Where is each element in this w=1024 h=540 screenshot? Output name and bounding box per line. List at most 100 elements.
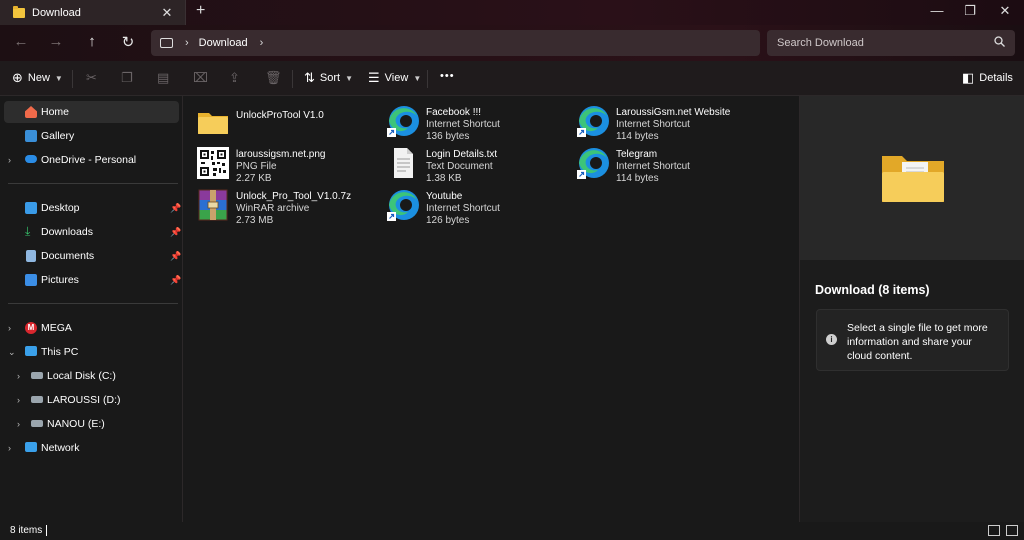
back-button[interactable]: ←: [11, 33, 31, 50]
maximize-button[interactable]: ❐: [960, 3, 980, 19]
chevron-down-icon[interactable]: ⌄: [8, 347, 16, 358]
details-button[interactable]: ◧ Details: [962, 70, 1013, 86]
scissors-icon: ✂: [86, 70, 97, 85]
sidebar-item-local-disk-c[interactable]: › Local Disk (C:): [4, 365, 179, 387]
breadcrumb-download[interactable]: Download: [199, 37, 248, 49]
file-type: PNG File: [236, 161, 277, 172]
sidebar-item-label: This PC: [41, 346, 79, 358]
sort-button[interactable]: ⇅ Sort ▼: [304, 70, 353, 86]
file-type: Internet Shortcut: [616, 119, 690, 130]
cut-button[interactable]: ✂: [86, 70, 97, 86]
chevron-right-icon[interactable]: ›: [17, 371, 20, 381]
pin-icon[interactable]: 📌: [170, 275, 181, 286]
file-size: 2.73 MB: [236, 215, 274, 226]
minimize-button[interactable]: —: [927, 3, 947, 18]
paste-icon: ▤: [157, 70, 170, 85]
file-name: Facebook !!!: [426, 107, 482, 118]
chevron-right-icon[interactable]: ›: [8, 323, 11, 333]
gallery-icon: [25, 130, 37, 142]
file-name: Login Details.txt: [426, 149, 498, 160]
search-input[interactable]: [777, 37, 989, 49]
up-button[interactable]: ↑: [82, 33, 102, 50]
pin-icon[interactable]: 📌: [170, 251, 181, 262]
preview-area: [800, 96, 1024, 260]
pin-icon[interactable]: 📌: [170, 203, 181, 214]
file-item[interactable]: Facebook !!! Internet Shortcut 136 bytes: [374, 100, 559, 142]
folder-icon: [882, 156, 944, 202]
chevron-right-icon[interactable]: ›: [185, 37, 189, 49]
sidebar-item-desktop[interactable]: Desktop 📌: [4, 197, 181, 219]
navigation-pane: Home Gallery › OneDrive - Personal Deskt…: [0, 96, 183, 522]
file-name: UnlockProTool V1.0: [236, 110, 324, 121]
sidebar-item-label: Gallery: [41, 130, 75, 142]
sidebar-item-mega[interactable]: › M MEGA: [4, 317, 179, 339]
sidebar-item-this-pc[interactable]: ⌄ This PC: [4, 341, 179, 363]
desktop-icon: [25, 202, 37, 214]
new-tab-button[interactable]: +: [196, 2, 205, 20]
sidebar-item-nanou-e[interactable]: › NANOU (E:): [4, 413, 179, 435]
sidebar-item-pictures[interactable]: Pictures 📌: [4, 269, 181, 291]
rename-button[interactable]: ⌧: [193, 70, 208, 86]
tab-download[interactable]: Download ✕: [0, 0, 186, 25]
close-button[interactable]: ✕: [995, 3, 1015, 19]
sidebar-item-laroussi-d[interactable]: › LAROUSSI (D:): [4, 389, 179, 411]
folder-icon: [13, 5, 25, 18]
file-item[interactable]: Login Details.txt Text Document 1.38 KB: [374, 142, 559, 184]
file-name: Telegram: [616, 149, 658, 160]
sidebar-item-downloads[interactable]: ⤓ Downloads 📌: [4, 221, 181, 243]
edge-icon: [577, 148, 609, 179]
this-pc-icon[interactable]: [160, 38, 173, 48]
trash-icon: 🗑: [265, 70, 282, 85]
pin-icon[interactable]: 📌: [170, 227, 181, 238]
edge-icon: [387, 190, 419, 221]
view-button[interactable]: ☰ View ▼: [368, 70, 421, 86]
address-bar[interactable]: › Download ›: [151, 30, 760, 56]
chevron-right-icon[interactable]: ›: [260, 37, 264, 49]
file-item[interactable]: Unlock_Pro_Tool_V1.0.7z WinRAR archive 2…: [184, 184, 369, 226]
sidebar-item-label: Documents: [41, 250, 95, 262]
file-size: 114 bytes: [616, 173, 659, 184]
file-type: Internet Shortcut: [426, 203, 500, 214]
edge-icon: [387, 106, 419, 137]
pc-icon: [25, 346, 37, 356]
file-item[interactable]: Youtube Internet Shortcut 126 bytes: [374, 184, 559, 226]
divider: [8, 303, 178, 304]
drive-icon: [31, 372, 43, 379]
sidebar-item-home[interactable]: Home: [4, 101, 179, 123]
copy-button[interactable]: ❐: [121, 70, 133, 86]
chevron-right-icon[interactable]: ›: [8, 155, 11, 165]
file-item[interactable]: UnlockProTool V1.0: [184, 100, 369, 140]
sidebar-item-gallery[interactable]: Gallery: [4, 125, 179, 147]
tiles-view-icon[interactable]: [1006, 525, 1018, 536]
tab-close-button[interactable]: ✕: [159, 5, 175, 21]
edge-icon: [577, 106, 609, 137]
chevron-right-icon[interactable]: ›: [17, 395, 20, 405]
sidebar-item-onedrive[interactable]: › OneDrive - Personal: [4, 149, 179, 171]
info-box: i Select a single file to get more infor…: [816, 309, 1009, 371]
search-box[interactable]: [767, 30, 1015, 56]
forward-button[interactable]: →: [46, 33, 66, 50]
refresh-button[interactable]: ↻: [118, 33, 138, 51]
file-item[interactable]: laroussigsm.net.png PNG File 2.27 KB: [184, 142, 369, 184]
file-size: 126 bytes: [426, 215, 470, 226]
more-options-button[interactable]: •••: [440, 70, 455, 82]
chevron-right-icon[interactable]: ›: [17, 419, 20, 429]
navigation-bar: ← → ↑ ↻ › Download ›: [0, 25, 1024, 61]
sidebar-item-documents[interactable]: Documents 📌: [4, 245, 181, 267]
details-view-icon[interactable]: [988, 525, 1000, 536]
file-type: Text Document: [426, 161, 493, 172]
delete-button[interactable]: 🗑: [265, 70, 282, 86]
paste-button[interactable]: ▤: [157, 70, 169, 86]
search-icon[interactable]: [989, 36, 1009, 50]
details-pane-icon: ◧: [962, 70, 975, 85]
sort-icon: ⇅: [304, 70, 315, 85]
sidebar-item-label: Network: [41, 442, 80, 454]
divider: [8, 183, 178, 184]
chevron-right-icon[interactable]: ›: [8, 443, 11, 453]
details-title: Download (8 items): [815, 283, 930, 297]
file-item[interactable]: Telegram Internet Shortcut 114 bytes: [564, 142, 749, 184]
share-button[interactable]: ⇪: [229, 70, 240, 86]
sidebar-item-network[interactable]: › Network: [4, 437, 179, 459]
file-item[interactable]: LaroussiGsm.net Website Internet Shortcu…: [564, 100, 749, 142]
new-button[interactable]: ⊕ New ▼: [12, 70, 63, 86]
